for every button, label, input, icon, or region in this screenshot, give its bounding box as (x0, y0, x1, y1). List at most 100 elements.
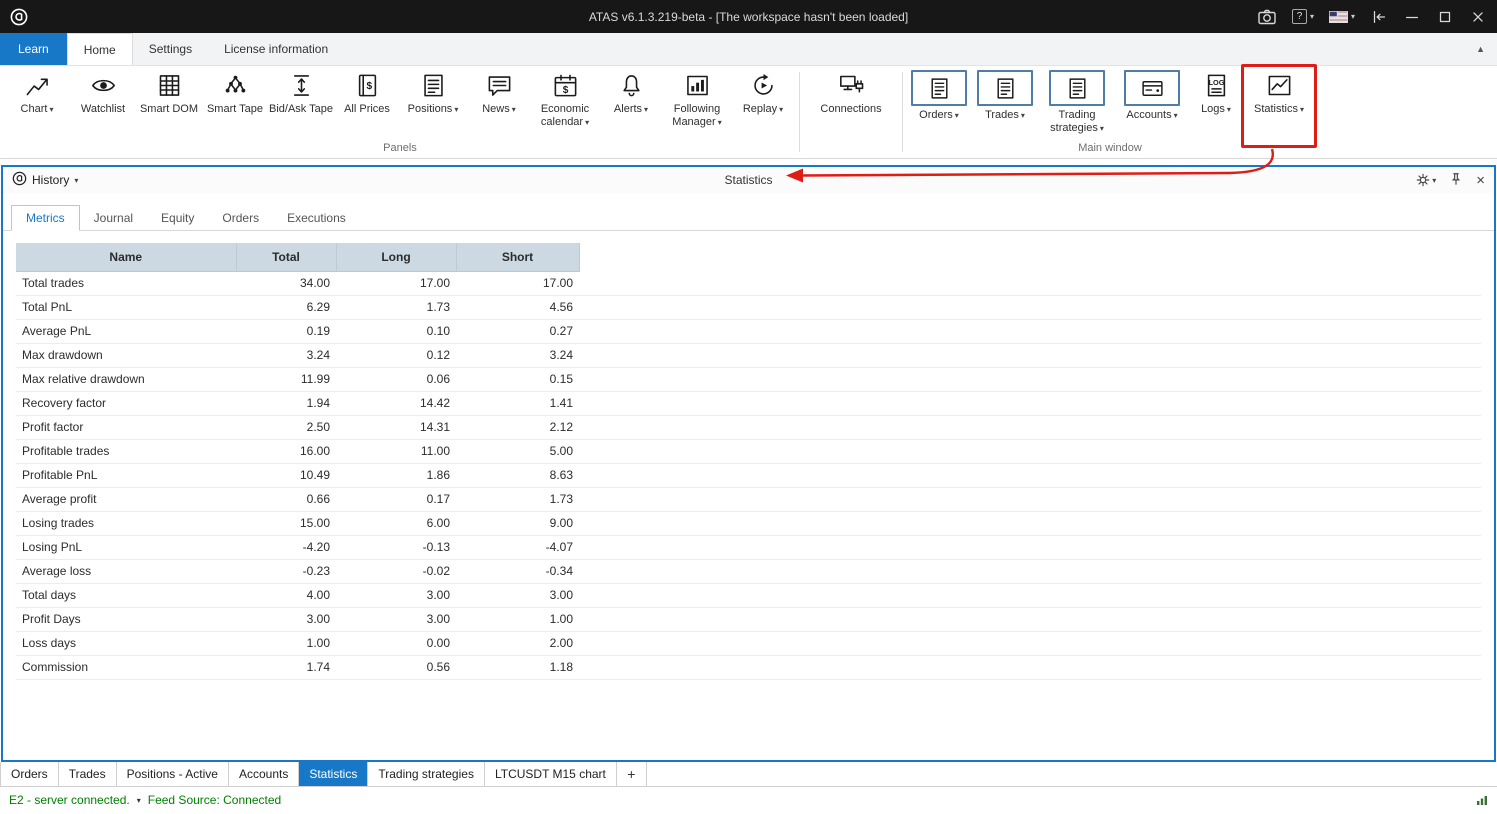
metric-long-value: 14.31 (336, 415, 456, 439)
panel-source-dropdown[interactable]: History ▾ (12, 171, 78, 189)
column-header-short[interactable]: Short (456, 243, 579, 271)
metric-long-value: 1.86 (336, 463, 456, 487)
metric-long-value: 11.00 (336, 439, 456, 463)
ribbon-button-trading-strategies[interactable]: Trading strategies▾ (1038, 66, 1116, 142)
chevron-down-icon: ▾ (74, 176, 78, 185)
bottom-tab-ltcusdt-m15-chart[interactable]: LTCUSDT M15 chart (485, 762, 617, 786)
ribbon-button-alerts[interactable]: Alerts▾ (598, 66, 664, 142)
table-row[interactable]: Total PnL 6.29 1.73 4.56 (16, 295, 1481, 319)
chevron-down-icon: ▾ (955, 111, 959, 120)
ribbon-button-positions[interactable]: Positions▾ (400, 66, 466, 142)
table-row[interactable]: Profitable trades 16.00 11.00 5.00 (16, 439, 1481, 463)
metric-long-value: 6.00 (336, 511, 456, 535)
tab-orders[interactable]: Orders (208, 205, 273, 230)
metric-short-value: 1.41 (456, 391, 579, 415)
tab-settings[interactable]: Settings (133, 33, 208, 65)
table-row[interactable]: Losing trades 15.00 6.00 9.00 (16, 511, 1481, 535)
metric-short-value: 2.00 (456, 631, 579, 655)
server-status-dropdown[interactable]: ▾ (137, 796, 141, 805)
table-row[interactable]: Average profit 0.66 0.17 1.73 (16, 487, 1481, 511)
minimize-to-tray-button[interactable] (1370, 8, 1388, 26)
help-button[interactable]: ?▾ (1292, 9, 1314, 24)
server-status-text: E2 - server connected. (9, 793, 130, 807)
bottom-tab-statistics[interactable]: Statistics (299, 762, 368, 786)
ribbon-button-smart-tape[interactable]: Smart Tape (202, 66, 268, 142)
bottom-tab-positions-active[interactable]: Positions - Active (117, 762, 229, 786)
ribbon-button-trades[interactable]: Trades▾ (972, 66, 1038, 142)
ribbon-button-all-prices[interactable]: $ All Prices (334, 66, 400, 142)
ribbon-button-replay[interactable]: Replay▾ (730, 66, 796, 142)
close-button[interactable] (1469, 8, 1487, 26)
ribbon-button-following-manager[interactable]: Following Manager▾ (664, 66, 730, 142)
ribbon-button-watchlist[interactable]: Watchlist (70, 66, 136, 142)
ribbon-button-connections[interactable]: Connections (813, 66, 889, 142)
table-row[interactable]: Total trades 34.00 17.00 17.00 (16, 271, 1481, 295)
chevron-up-icon: ▲ (1476, 44, 1485, 54)
tab-journal[interactable]: Journal (80, 205, 147, 230)
gear-icon (1416, 173, 1430, 187)
metric-long-value: -0.13 (336, 535, 456, 559)
tab-executions[interactable]: Executions (273, 205, 360, 230)
monitor-plug-icon (838, 69, 865, 101)
metric-name: Max drawdown (16, 343, 236, 367)
column-header-name[interactable]: Name (16, 243, 236, 271)
ribbon-button-chart[interactable]: Chart▾ (4, 66, 70, 142)
table-row[interactable]: Max relative drawdown 11.99 0.06 0.15 (16, 367, 1481, 391)
ribbon-button-logs[interactable]: LOG Logs▾ (1188, 66, 1244, 142)
bottom-tab-trades[interactable]: Trades (59, 762, 117, 786)
metric-short-value: -4.07 (456, 535, 579, 559)
ribbon-button-smart-dom[interactable]: Smart DOM (136, 66, 202, 142)
ribbon-button-bid-ask-tape[interactable]: Bid/Ask Tape (268, 66, 334, 142)
panel-settings-button[interactable]: ▾ (1416, 173, 1436, 187)
metric-total-value: 2.50 (236, 415, 336, 439)
bottom-tab-orders[interactable]: Orders (0, 762, 59, 786)
table-row[interactable]: Total days 4.00 3.00 3.00 (16, 583, 1481, 607)
panel-pin-button[interactable] (1449, 172, 1463, 189)
tab-equity[interactable]: Equity (147, 205, 208, 230)
add-tab-button[interactable]: + (617, 762, 647, 786)
ribbon-button-statistics[interactable]: Statistics▾ (1244, 66, 1314, 142)
metric-short-value: -0.34 (456, 559, 579, 583)
screenshot-button[interactable] (1257, 7, 1277, 27)
bottom-tab-trading-strategies[interactable]: Trading strategies (368, 762, 485, 786)
us-flag-icon (1329, 11, 1348, 23)
column-header-total[interactable]: Total (236, 243, 336, 271)
table-row[interactable]: Loss days 1.00 0.00 2.00 (16, 631, 1481, 655)
bottom-tab-accounts[interactable]: Accounts (229, 762, 299, 786)
tab-metrics[interactable]: Metrics (11, 205, 80, 231)
tab-learn[interactable]: Learn (0, 33, 67, 65)
row-filler (579, 343, 1481, 367)
ribbon-button-accounts[interactable]: Accounts▾ (1116, 66, 1188, 142)
metric-name: Profitable PnL (16, 463, 236, 487)
panel-close-button[interactable]: × (1476, 173, 1485, 188)
strategies-list-icon (1049, 70, 1105, 106)
maximize-button[interactable] (1436, 8, 1454, 26)
column-header-long[interactable]: Long (336, 243, 456, 271)
ribbon-button-news[interactable]: News▾ (466, 66, 532, 142)
table-row[interactable]: Max drawdown 3.24 0.12 3.24 (16, 343, 1481, 367)
chart-icon (24, 69, 51, 101)
table-row[interactable]: Profit Days 3.00 3.00 1.00 (16, 607, 1481, 631)
grid-table-icon (156, 69, 183, 101)
table-row[interactable]: Average loss -0.23 -0.02 -0.34 (16, 559, 1481, 583)
ribbon-button-orders[interactable]: Orders▾ (906, 66, 972, 142)
table-row[interactable]: Profitable PnL 10.49 1.86 8.63 (16, 463, 1481, 487)
tab-license-information[interactable]: License information (208, 33, 344, 65)
table-row[interactable]: Recovery factor 1.94 14.42 1.41 (16, 391, 1481, 415)
dock-arrow-icon (1370, 8, 1388, 26)
metric-long-value: 0.06 (336, 367, 456, 391)
metric-total-value: 1.94 (236, 391, 336, 415)
minimize-button[interactable] (1403, 8, 1421, 26)
table-row[interactable]: Profit factor 2.50 14.31 2.12 (16, 415, 1481, 439)
tab-home[interactable]: Home (67, 33, 133, 65)
metric-total-value: 1.00 (236, 631, 336, 655)
table-row[interactable]: Commission 1.74 0.56 1.18 (16, 655, 1481, 679)
ribbon-button-economic-calendar[interactable]: $ Economic calendar▾ (532, 66, 598, 142)
table-row[interactable]: Losing PnL -4.20 -0.13 -4.07 (16, 535, 1481, 559)
metric-total-value: 11.99 (236, 367, 336, 391)
metric-long-value: 0.12 (336, 343, 456, 367)
language-selector[interactable]: ▾ (1329, 11, 1355, 23)
up-down-arrows-icon (288, 69, 315, 101)
ribbon-collapse-button[interactable]: ▲ (1476, 33, 1485, 65)
table-row[interactable]: Average PnL 0.19 0.10 0.27 (16, 319, 1481, 343)
